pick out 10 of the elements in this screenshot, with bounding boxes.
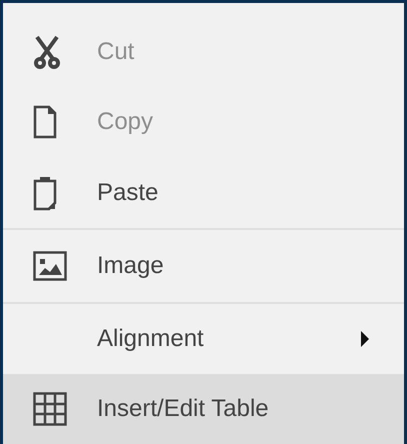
menu-item[interactable]: Insert/Edit Table bbox=[3, 374, 404, 444]
submenu-arrow-icon bbox=[360, 331, 370, 348]
image-icon bbox=[33, 251, 67, 282]
table-grid-icon bbox=[33, 392, 67, 426]
menu-item[interactable]: Image bbox=[3, 230, 404, 304]
document-icon bbox=[33, 104, 57, 139]
menu-item[interactable]: Alignment bbox=[3, 304, 404, 374]
menu-item[interactable]: Paste bbox=[3, 156, 404, 230]
clipboard-icon bbox=[33, 174, 57, 211]
scissors-icon bbox=[33, 34, 61, 69]
